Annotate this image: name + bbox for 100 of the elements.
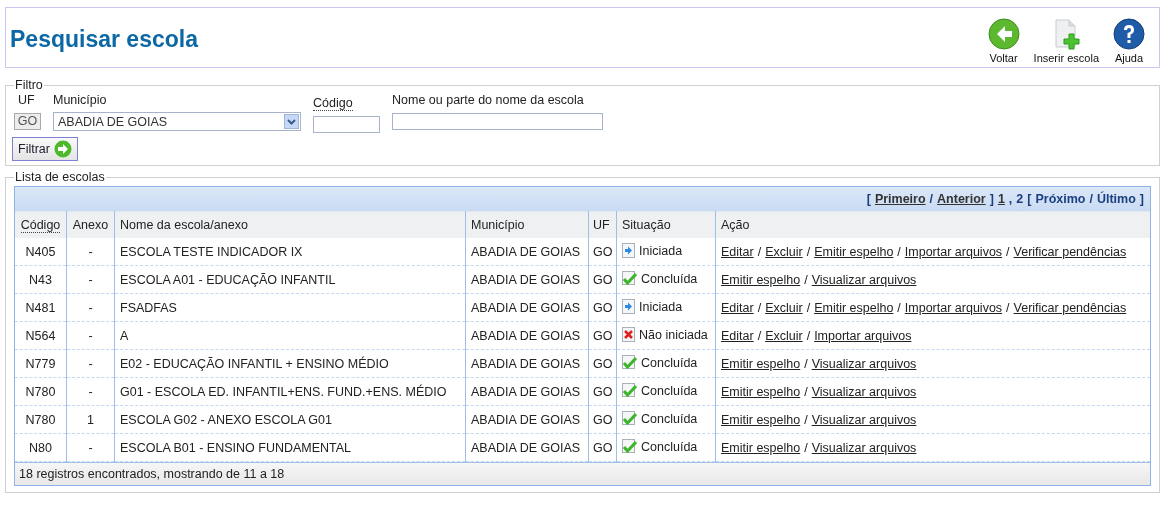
table-cell: ESCOLA TESTE INDICADOR IX — [114, 238, 466, 266]
action-link[interactable]: Excluir — [765, 328, 803, 343]
table-cell: N481 — [15, 293, 67, 322]
help-icon — [1113, 17, 1145, 50]
status-text: Iniciada — [639, 243, 683, 258]
pager-text: [ — [866, 192, 871, 206]
table-cell: - — [66, 265, 115, 294]
action-link[interactable]: Emitir espelho — [721, 440, 801, 455]
separator-text: / — [804, 272, 808, 287]
table-cell: - — [66, 293, 115, 322]
pager-text: / — [929, 192, 934, 206]
column-header: Município — [465, 211, 589, 238]
action-link[interactable]: Emitir espelho — [721, 412, 801, 427]
codigo-label: Código — [313, 96, 353, 111]
pager-text: ] — [1139, 192, 1144, 206]
arrow-document-icon — [622, 298, 635, 314]
action-link[interactable]: Emitir espelho — [721, 384, 801, 399]
action-link[interactable]: Excluir — [765, 244, 803, 259]
action-link[interactable]: Visualizar arquivos — [811, 412, 917, 427]
pager-text: 2 — [1016, 192, 1024, 206]
table-cell: - — [66, 349, 115, 378]
table-cell: ABADIA DE GOIAS — [465, 405, 589, 434]
status-text: Concluída — [641, 271, 698, 286]
action-link[interactable]: Verificar pendências — [1013, 300, 1127, 315]
table-cell: G01 - ESCOLA ED. INFANTIL+ENS. FUND.+ENS. MÉDIO — [114, 377, 466, 406]
pager-text: Próximo — [1035, 192, 1086, 206]
municipio-dropdown[interactable]: ABADIA DE GOIAS — [53, 112, 301, 131]
filter-legend: Filtro — [14, 78, 44, 92]
table-cell: N779 — [15, 349, 67, 378]
uf-label: UF — [17, 92, 36, 109]
action-link[interactable]: Excluir — [765, 300, 803, 315]
status-text: Iniciada — [639, 299, 683, 314]
check-icon — [622, 354, 637, 370]
table-cell: ABADIA DE GOIAS — [465, 293, 589, 322]
filter-button[interactable]: Filtrar — [12, 137, 78, 161]
pager-text: [ — [1027, 192, 1032, 206]
uf-field: GO — [14, 113, 41, 130]
action-link[interactable]: Verificar pendências — [1013, 244, 1127, 259]
table-cell: ESCOLA B01 - ENSINO FUNDAMENTAL — [114, 433, 466, 462]
table-cell: A — [114, 321, 466, 350]
pager-link[interactable]: Primeiro — [874, 192, 926, 206]
table-cell: ABADIA DE GOIAS — [465, 265, 589, 294]
table-cell: N405 — [15, 238, 67, 266]
status-text: Concluída — [641, 355, 698, 370]
table-cell: ABADIA DE GOIAS — [465, 377, 589, 406]
table-cell: GO — [588, 349, 617, 378]
codigo-field[interactable] — [313, 116, 380, 133]
action-link[interactable]: Importar arquivos — [904, 244, 1003, 259]
table-cell: GO — [588, 377, 617, 406]
column-header: Anexo — [66, 211, 115, 238]
action-link[interactable]: Editar — [721, 328, 754, 343]
list-legend: Lista de escolas — [14, 170, 106, 184]
toolbar-button[interactable]: Voltar — [987, 17, 1020, 64]
separator-text: / — [804, 384, 808, 399]
action-link[interactable]: Importar arquivos — [814, 328, 912, 343]
action-link[interactable]: Emitir espelho — [814, 300, 894, 315]
table-cell: - — [66, 321, 115, 350]
cross-icon — [622, 326, 635, 342]
toolbar-button[interactable]: Inserir escola — [1033, 17, 1099, 64]
records-summary: 18 registros encontrados, mostrando de 11 a 18 — [15, 462, 1150, 485]
pager-text: ] — [989, 192, 994, 206]
separator-text: / — [806, 244, 811, 259]
separator-text: / — [804, 440, 808, 455]
pager-link[interactable]: Anterior — [937, 192, 986, 206]
pager-link[interactable]: 1 — [997, 192, 1005, 206]
table-cell: N780 — [15, 377, 67, 406]
table-cell: GO — [588, 265, 617, 294]
table-cell: - — [66, 377, 115, 406]
check-icon — [622, 438, 637, 454]
action-link[interactable]: Emitir espelho — [721, 356, 801, 371]
table-cell: GO — [588, 321, 617, 350]
action-link[interactable]: Editar — [721, 300, 754, 315]
separator-text: / — [1006, 300, 1010, 315]
action-link[interactable]: Importar arquivos — [904, 300, 1003, 315]
action-link[interactable]: Visualizar arquivos — [811, 384, 917, 399]
action-link[interactable]: Visualizar arquivos — [811, 440, 917, 455]
table-cell: GO — [588, 238, 617, 266]
municipio-label: Município — [53, 92, 108, 109]
action-link[interactable]: Editar — [721, 244, 754, 259]
table-cell: N780 — [15, 405, 67, 434]
toolbar-button[interactable]: Ajuda — [1113, 17, 1145, 64]
column-header: Situação — [616, 211, 716, 238]
nome-field[interactable] — [392, 113, 603, 130]
table-cell: ABADIA DE GOIAS — [465, 238, 589, 266]
action-link[interactable]: Emitir espelho — [814, 244, 894, 259]
separator-text: / — [804, 356, 808, 371]
table-cell: ESCOLA A01 - EDUCAÇÃO INFANTIL — [114, 265, 466, 294]
back-icon — [987, 17, 1020, 50]
table-cell: ABADIA DE GOIAS — [465, 433, 589, 462]
table-cell: GO — [588, 433, 617, 462]
action-link[interactable]: Visualizar arquivos — [811, 356, 917, 371]
table-cell: - — [66, 238, 115, 266]
separator-text: / — [1006, 244, 1010, 259]
action-link[interactable]: Visualizar arquivos — [811, 272, 917, 287]
table-cell: - — [66, 433, 115, 462]
separator-text: / — [806, 328, 811, 343]
pager-text: , — [1008, 192, 1013, 206]
separator-text: / — [757, 244, 762, 259]
action-link[interactable]: Emitir espelho — [721, 272, 801, 287]
table-cell: GO — [588, 293, 617, 322]
